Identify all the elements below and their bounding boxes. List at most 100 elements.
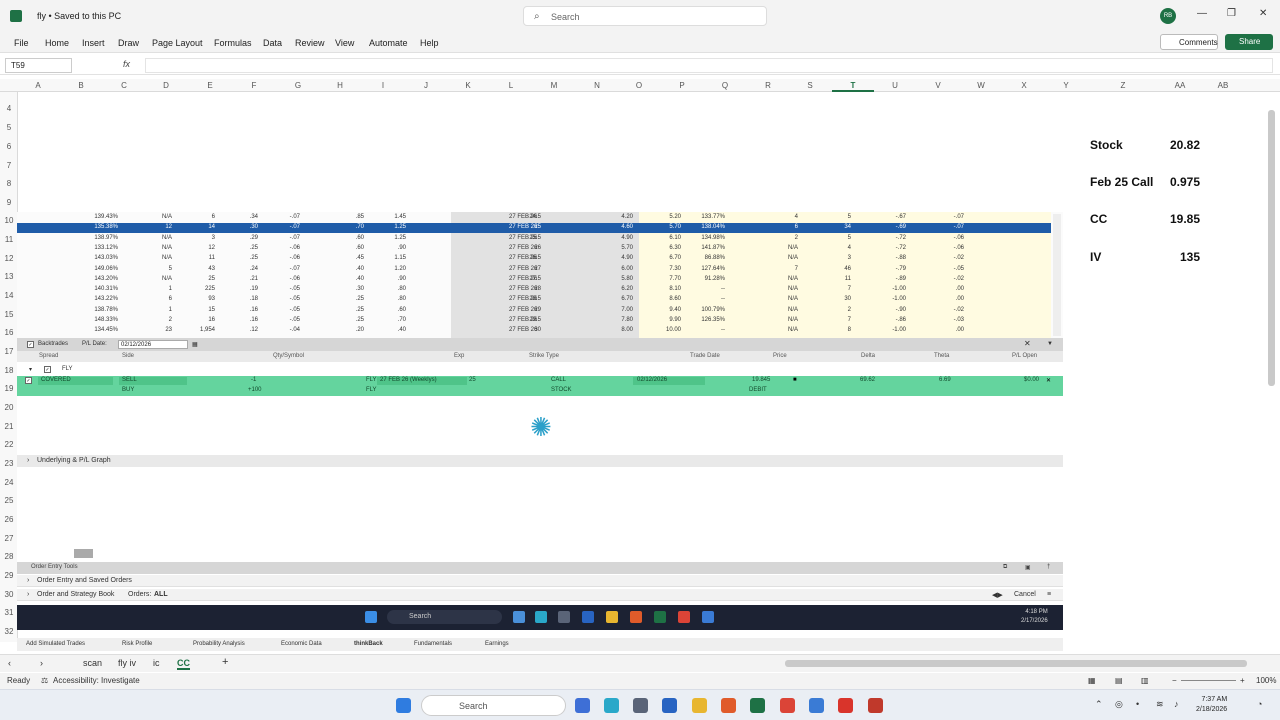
chain-cell[interactable]: 28 [534, 286, 541, 292]
order-book-section[interactable]: › Order and Strategy Book Orders: ALL ◀▶… [17, 589, 1063, 601]
chain-cell[interactable]: -.79 [896, 266, 906, 272]
row-header[interactable]: 21 [0, 422, 18, 431]
trade-type[interactable]: STOCK [551, 387, 572, 393]
summary-value-stock[interactable]: 20.82 [1150, 138, 1200, 152]
chain-cell[interactable]: 8.00 [621, 327, 633, 333]
share-button[interactable]: Share [1225, 34, 1273, 50]
ribbon-tab-file[interactable]: File [14, 38, 29, 48]
lock-icon[interactable]: ■ [793, 377, 797, 383]
chain-cell[interactable]: 7.30 [669, 266, 681, 272]
summary-label-iv[interactable]: IV [1090, 250, 1101, 264]
chain-cell[interactable]: .85 [356, 214, 364, 220]
chain-cell[interactable]: 25.5 [529, 235, 541, 241]
chain-cell[interactable]: -.02 [954, 255, 964, 261]
row-header[interactable]: 7 [0, 161, 18, 170]
chain-cell[interactable]: N/A [788, 307, 798, 313]
chain-cell[interactable]: 1.45 [394, 214, 406, 220]
chain-cell[interactable]: 5.70 [621, 245, 633, 251]
chain-cell[interactable]: .30 [356, 286, 364, 292]
chain-cell[interactable]: 6 [169, 296, 172, 302]
ribbon-tab-formulas[interactable]: Formulas [214, 38, 252, 48]
vertical-scrollbar[interactable] [1268, 110, 1275, 386]
chain-row[interactable]: 138.97% N/A 3.29 -.07.60 1.25 27 FEB 26 25.5 4.… [17, 234, 1051, 244]
chain-row[interactable]: 143.20% N/A 25.21 -.06.40.90 27 FEB 26 27.5 5.… [17, 275, 1051, 285]
backtrades-close-icon[interactable]: ✕ [1024, 339, 1031, 348]
play-icon[interactable]: ◀▶ [992, 591, 1003, 599]
ribbon-tab-data[interactable]: Data [263, 38, 282, 48]
chain-cell[interactable]: -.03 [954, 317, 964, 323]
chain-cell[interactable]: 12 [208, 245, 215, 251]
col-price[interactable]: Price [773, 353, 787, 359]
tab-add-simulated-trades[interactable]: Add Simulated Trades [26, 641, 85, 647]
chain-cell[interactable]: -.07 [954, 224, 964, 230]
chain-cell[interactable]: .25 [356, 307, 364, 313]
chain-cell[interactable]: 141.87% [701, 245, 725, 251]
zoom-out-icon[interactable]: − [1172, 676, 1177, 685]
chain-cell[interactable]: -.07 [290, 266, 300, 272]
chain-cell[interactable]: -.89 [896, 276, 906, 282]
chain-cell[interactable]: 138.78% [94, 307, 118, 313]
summary-label-stock[interactable]: Stock [1090, 138, 1123, 152]
document-title[interactable]: fly • Saved to this PC [37, 11, 121, 21]
edge-icon[interactable] [604, 698, 619, 713]
chain-cell[interactable]: 27 FEB 26 [509, 266, 537, 272]
chain-cell[interactable]: -.69 [896, 224, 906, 230]
trade-price[interactable]: 19.845 [752, 377, 770, 383]
chain-cell[interactable]: 8 [848, 327, 851, 333]
trade-row-call[interactable]: ✓ COVERED SELL -1 FLY 27 FEB 26 (Weeklys… [17, 376, 1063, 386]
close-icon[interactable]: ✕ [1259, 8, 1267, 19]
chain-cell[interactable]: 29 [534, 307, 541, 313]
chain-cell[interactable]: -.07 [290, 214, 300, 220]
chain-cell[interactable]: N/A [788, 245, 798, 251]
row-header[interactable]: 28 [0, 552, 18, 561]
chain-cell[interactable]: -.02 [954, 276, 964, 282]
chain-cell[interactable]: 143.22% [94, 296, 118, 302]
row-header[interactable]: 20 [0, 403, 18, 412]
resize-grip-icon[interactable] [74, 549, 93, 558]
chain-cell[interactable]: 7 [795, 266, 798, 272]
chain-cell[interactable]: -1.00 [892, 286, 906, 292]
column-header[interactable]: L [501, 81, 521, 90]
chain-cell[interactable]: N/A [162, 255, 172, 261]
chain-cell[interactable]: -- [721, 296, 725, 302]
chain-cell[interactable]: .18 [250, 296, 258, 302]
chain-cell[interactable]: 9.90 [669, 317, 681, 323]
chain-cell[interactable]: 4.90 [621, 255, 633, 261]
horizontal-scrollbar[interactable] [785, 660, 1247, 667]
column-header[interactable]: S [800, 81, 820, 90]
folder-icon[interactable] [606, 611, 618, 623]
chain-row[interactable]: 149.06% 5 43 .24 -.07 .40 1.20 27 FEB 26 27 6.00 7… [17, 265, 1051, 275]
chain-cell[interactable]: 27 FEB 26 [509, 224, 537, 230]
chain-cell[interactable]: -.05 [290, 317, 300, 323]
trade-strike[interactable]: 25 [469, 377, 476, 383]
accessibility-status[interactable]: Accessibility: Investigate [53, 676, 140, 685]
chain-cell[interactable]: -.07 [290, 224, 300, 230]
chain-cell[interactable]: 10.00 [666, 327, 681, 333]
chain-cell[interactable]: .40 [356, 266, 364, 272]
menu-icon[interactable]: ≡ [1047, 591, 1051, 598]
chain-cell[interactable]: -.06 [954, 245, 964, 251]
chain-cell[interactable]: 25 [534, 224, 541, 230]
chain-cell[interactable]: N/A [162, 235, 172, 241]
chain-cell[interactable]: 29.5 [529, 317, 541, 323]
trade-symbol[interactable]: FLY [366, 377, 377, 383]
chain-cell[interactable]: -.07 [954, 214, 964, 220]
page-layout-icon[interactable]: ▤ [1115, 676, 1123, 685]
col-side[interactable]: Side [122, 353, 134, 359]
column-header[interactable]: AA [1170, 81, 1190, 90]
row-header[interactable]: 16 [0, 328, 18, 337]
chain-cell[interactable]: -.67 [896, 214, 906, 220]
row-header[interactable]: 12 [0, 254, 18, 263]
chain-cell[interactable]: .60 [356, 245, 364, 251]
ribbon-tab-review[interactable]: Review [295, 38, 325, 48]
row-header[interactable]: 17 [0, 347, 18, 356]
chain-cell[interactable]: 27 FEB 26 [509, 307, 537, 313]
notification-icon[interactable]: ◔ [1257, 699, 1262, 709]
chrome-icon[interactable] [678, 611, 690, 623]
column-header[interactable]: D [156, 81, 176, 90]
column-header[interactable]: AB [1213, 81, 1233, 90]
chain-cell[interactable]: N/A [788, 255, 798, 261]
row-header[interactable]: 25 [0, 496, 18, 505]
col-theta[interactable]: Theta [934, 353, 949, 359]
chain-cell[interactable]: -- [721, 327, 725, 333]
